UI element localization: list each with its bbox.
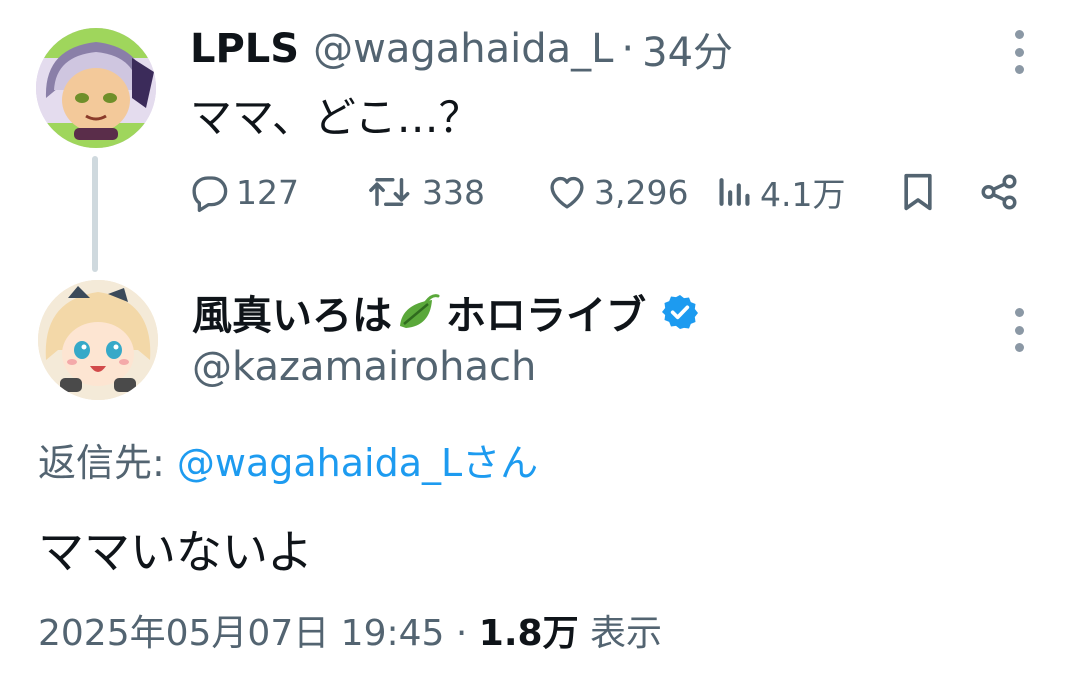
parent-time-ago[interactable]: 34分 (642, 20, 733, 78)
bookmark-button[interactable] (898, 164, 938, 220)
reply-button[interactable]: 127 (188, 164, 299, 220)
tweet-views-label: 表示 (590, 613, 663, 654)
reply-icon (192, 176, 228, 213)
main-more-options-icon[interactable] (1012, 308, 1026, 352)
parent-action-bar: 127 338 3,296 4.1万 (188, 164, 1038, 220)
like-button[interactable]: 3,296 (546, 164, 688, 220)
parent-avatar[interactable] (36, 28, 156, 148)
leaf-emoji-icon (400, 294, 440, 328)
main-display-name: 風真いろは (192, 293, 392, 339)
tweet-timestamp[interactable]: 2025年05月07日 19:45 (38, 613, 444, 654)
tweet-meta-line: 2025年05月07日 19:45 · 1.8万 表示 (38, 604, 662, 656)
share-button[interactable] (978, 164, 1020, 220)
parent-tweet-header: LPLS @wagahaida_L · 34分 (190, 24, 733, 76)
views-button[interactable]: 4.1万 (716, 164, 845, 220)
main-avatar[interactable] (38, 280, 158, 400)
reply-count: 127 (236, 172, 299, 212)
meta-separator: · (455, 613, 468, 654)
tweet-view-count: 1.8万 (478, 613, 579, 654)
main-tweet-header[interactable]: 風真いろは ホロライブ (192, 286, 700, 339)
retweet-icon (369, 178, 410, 206)
share-icon (981, 174, 1017, 210)
main-handle[interactable]: @kazamairohach (192, 344, 536, 390)
views-icon (719, 178, 750, 206)
parent-more-options-icon[interactable] (1012, 30, 1026, 74)
like-icon (550, 176, 584, 209)
bookmark-icon (904, 173, 932, 211)
views-count: 4.1万 (760, 175, 846, 214)
retweet-button[interactable]: 338 (366, 164, 485, 220)
avatar-illustration-icon (36, 28, 156, 148)
parent-display-name[interactable]: LPLS (190, 26, 299, 72)
retweet-count: 338 (422, 172, 485, 212)
thread-connector-line (92, 156, 98, 272)
reply-to-mention-link[interactable]: @wagahaida_Lさん (177, 441, 538, 485)
avatar-illustration-icon (38, 280, 158, 400)
parent-handle[interactable]: @wagahaida_L (313, 26, 613, 72)
reply-to-label: 返信先: (38, 441, 177, 485)
verified-badge-icon[interactable] (660, 292, 700, 332)
reply-to-line: 返信先: @wagahaida_Lさん (38, 432, 538, 487)
parent-tweet-text: ママ、どこ…？ (190, 93, 481, 142)
main-display-name-suffix: ホロライブ (446, 293, 646, 339)
main-tweet-text: ママいないよ (38, 525, 314, 579)
like-count: 3,296 (594, 172, 689, 212)
header-separator: · (621, 26, 635, 72)
